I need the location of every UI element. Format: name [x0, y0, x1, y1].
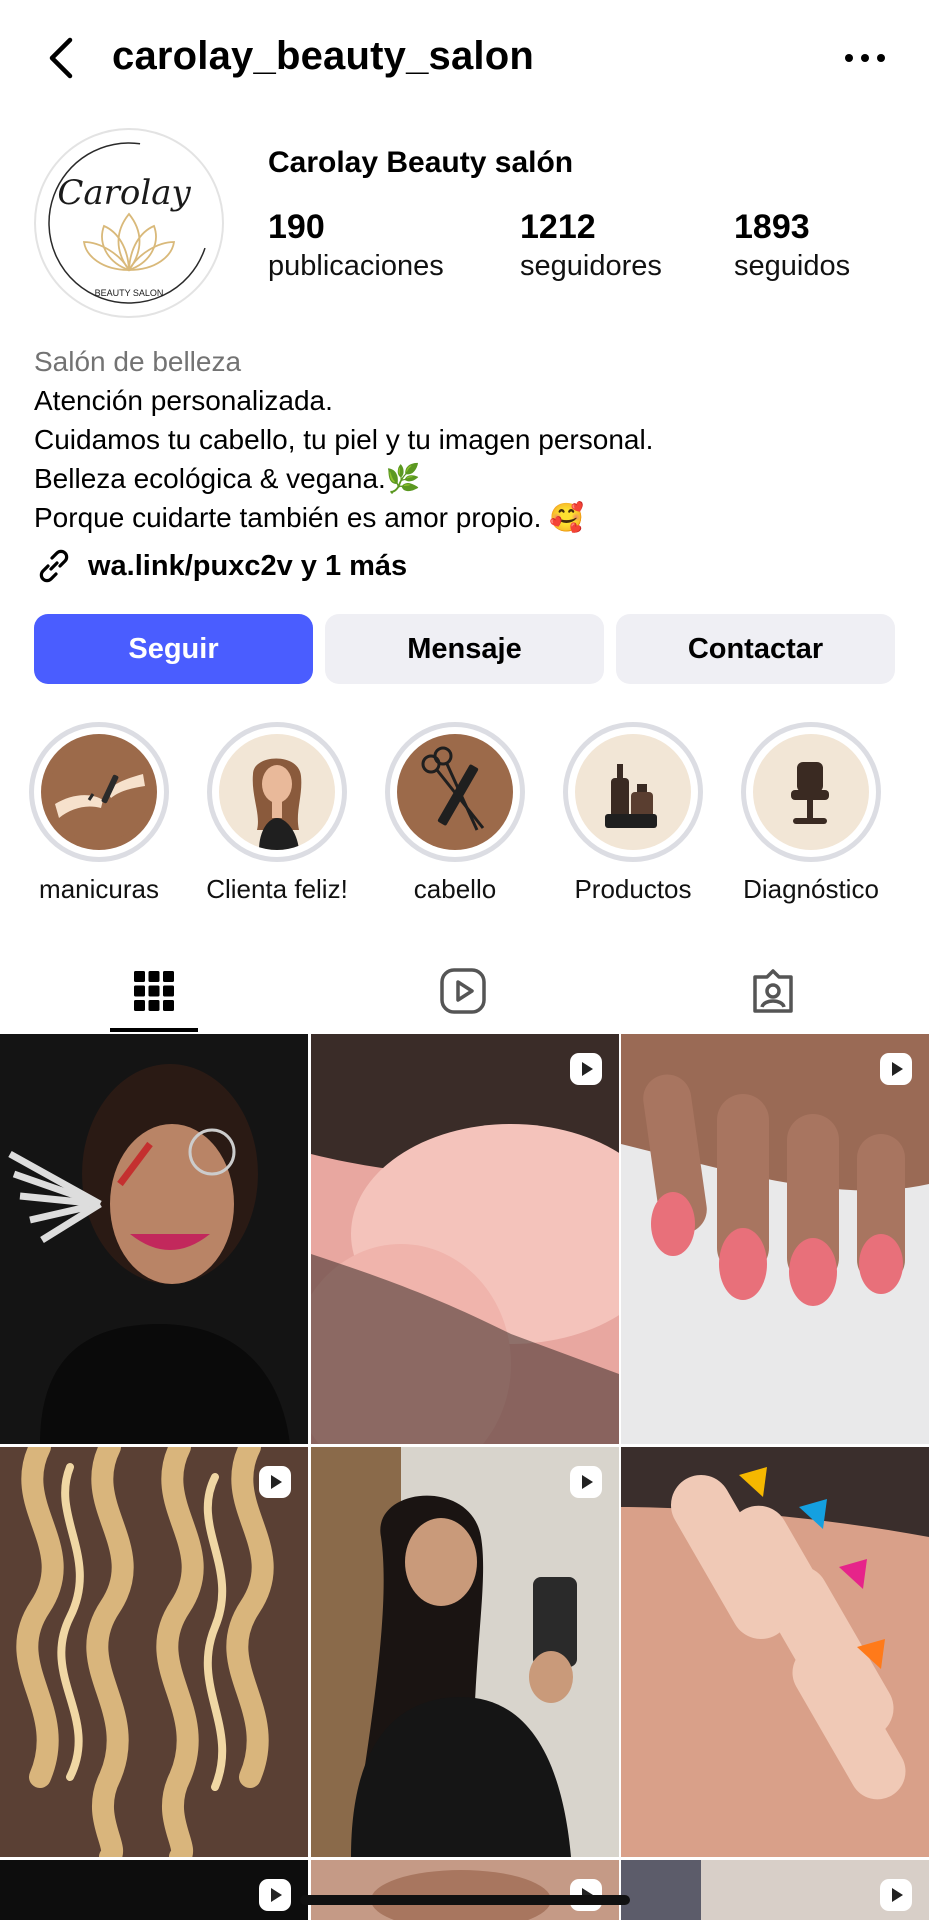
manicure-icon — [41, 734, 157, 850]
profile-bio: Salón de belleza Atención personalizada.… — [34, 342, 894, 537]
grid-icon — [134, 971, 174, 1011]
profile-avatar[interactable]: Carolay BEAUTY SALON — [34, 128, 224, 318]
bio-line: Atención personalizada. — [34, 385, 333, 416]
stat-label: publicaciones — [268, 250, 444, 282]
stat-value: 1893 — [734, 208, 810, 246]
follow-button[interactable]: Seguir — [34, 614, 313, 684]
scissors-comb-icon — [397, 734, 513, 850]
post-thumbnail[interactable] — [0, 1860, 308, 1920]
tab-grid[interactable] — [109, 948, 199, 1034]
reel-badge-icon — [259, 1879, 291, 1911]
highlight-productos[interactable]: Productos — [544, 722, 722, 905]
stat-following[interactable]: 1893 seguidos — [734, 206, 850, 284]
profile-actions: Seguir Mensaje Contactar — [34, 614, 895, 684]
stat-value: 1212 — [520, 208, 596, 246]
active-tab-indicator — [110, 1028, 198, 1032]
highlight-label: manicuras — [39, 874, 159, 904]
back-button[interactable] — [38, 30, 86, 86]
message-button[interactable]: Mensaje — [325, 614, 604, 684]
svg-text:BEAUTY SALON: BEAUTY SALON — [95, 288, 164, 298]
reel-badge-icon — [259, 1466, 291, 1498]
post-thumbnail[interactable] — [621, 1447, 929, 1857]
bio-category: Salón de belleza — [34, 346, 242, 377]
stat-label: seguidos — [734, 250, 851, 282]
highlight-label: Clienta feliz! — [206, 874, 348, 904]
display-name: Carolay Beauty salón — [268, 146, 574, 179]
highlight-label: cabello — [413, 874, 497, 904]
highlight-label: Diagnóstico — [743, 874, 879, 904]
chevron-left-icon — [49, 37, 73, 79]
link-icon — [39, 549, 69, 583]
post-thumbnail[interactable] — [311, 1447, 619, 1857]
reel-badge-icon — [880, 1053, 912, 1085]
salon-logo: Carolay BEAUTY SALON — [48, 142, 210, 304]
product-bottles-icon — [575, 734, 691, 850]
contact-button[interactable]: Contactar — [616, 614, 895, 684]
top-bar: carolay_beauty_salon — [0, 0, 929, 120]
story-highlights: manicuras Clienta feliz! cabello Product… — [0, 722, 929, 905]
highlight-cabello[interactable]: cabello — [366, 722, 544, 905]
woman-portrait-icon — [219, 734, 335, 850]
tagged-icon — [753, 969, 793, 1013]
post-thumbnail[interactable] — [621, 1034, 929, 1444]
stat-value: 190 — [268, 208, 325, 246]
post-thumbnail[interactable] — [621, 1860, 929, 1920]
post-thumbnail[interactable] — [0, 1034, 308, 1444]
salon-chair-icon — [753, 734, 869, 850]
reel-badge-icon — [880, 1879, 912, 1911]
highlight-label: Productos — [574, 874, 692, 904]
home-indicator[interactable] — [300, 1895, 630, 1905]
reel-badge-icon — [570, 1466, 602, 1498]
stat-label: seguidores — [520, 250, 662, 282]
post-thumbnail[interactable] — [0, 1447, 308, 1857]
highlight-clienta-feliz[interactable]: Clienta feliz! — [188, 722, 366, 905]
reels-icon — [440, 968, 486, 1014]
more-horizontal-icon — [845, 54, 885, 62]
highlight-diagnostico[interactable]: Diagnóstico — [722, 722, 900, 905]
more-options-button[interactable] — [837, 40, 893, 76]
bio-link[interactable]: wa.link/puxc2v y 1 más — [34, 546, 407, 586]
profile-tabs — [0, 948, 929, 1034]
stat-followers[interactable]: 1212 seguidores — [520, 206, 662, 284]
reel-badge-icon — [570, 1053, 602, 1085]
profile-username: carolay_beauty_salon — [112, 34, 534, 78]
bio-line: Belleza ecológica & vegana.🌿 — [34, 463, 421, 494]
stat-posts[interactable]: 190 publicaciones — [268, 206, 444, 284]
tab-tagged[interactable] — [728, 948, 818, 1034]
tab-reels[interactable] — [418, 948, 508, 1034]
highlight-manicuras[interactable]: manicuras — [10, 722, 188, 905]
bio-line: Porque cuidarte también es amor propio. … — [34, 502, 585, 533]
svg-text:Carolay: Carolay — [57, 173, 191, 213]
bio-line: Cuidamos tu cabello, tu piel y tu imagen… — [34, 424, 654, 455]
post-thumbnail[interactable] — [311, 1860, 619, 1920]
bio-link-text: wa.link/puxc2v y 1 más — [88, 549, 408, 582]
post-thumbnail[interactable] — [311, 1034, 619, 1444]
